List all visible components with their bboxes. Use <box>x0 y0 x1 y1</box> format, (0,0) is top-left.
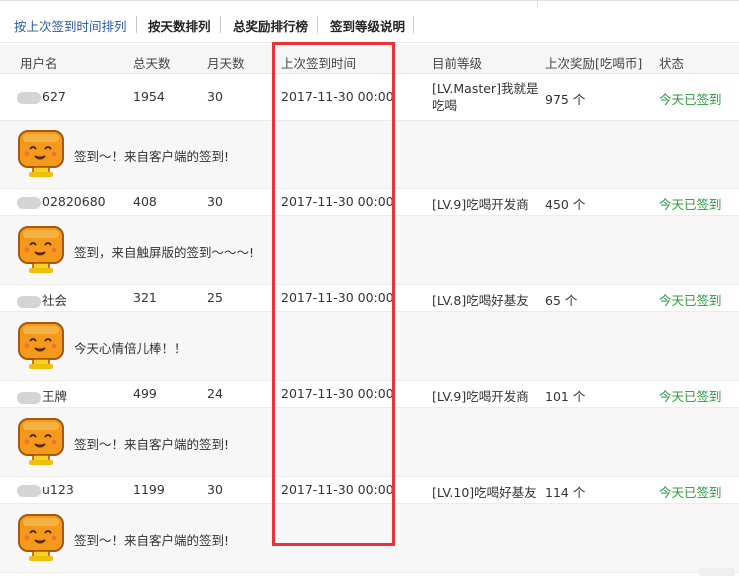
tab-sort-by-last-checkin[interactable]: 按上次签到时间排列 <box>14 16 127 35</box>
status-cell: 今天已签到 <box>659 293 722 308</box>
username-text: 社会 <box>42 293 68 308</box>
happy-bread-emoji-icon <box>16 223 68 275</box>
username-text: u123 <box>42 482 74 497</box>
blurred-username-mask <box>17 295 41 308</box>
reward-cell: 975 个 <box>545 92 586 107</box>
username-cell[interactable]: 王牌 <box>17 386 67 405</box>
column-header-total-days: 总天数 <box>133 56 171 71</box>
total-days-cell: 499 <box>133 386 157 401</box>
tab-separator <box>220 16 221 33</box>
last-checkin-time-cell: 2017-11-30 00:00 <box>281 89 394 104</box>
blurred-username-mask <box>17 391 41 404</box>
status-cell: 今天已签到 <box>659 92 722 107</box>
happy-bread-emoji-icon <box>16 127 68 179</box>
table-row: 社会 321 25 2017-11-30 00:00 [LV.8]吃喝好基友 6… <box>0 285 739 312</box>
column-header-last-checkin-time: 上次签到时间 <box>281 56 357 71</box>
last-checkin-time-cell: 2017-11-30 00:00 <box>281 386 394 401</box>
last-checkin-time-cell: 2017-11-30 00:00 <box>281 290 394 305</box>
level-cell: [LV.10]吃喝好基友 <box>432 485 537 500</box>
checkin-comment: 签到～！来自客户端的签到! <box>0 121 739 189</box>
blurred-username-mask <box>17 196 41 209</box>
column-header-current-level: 目前等级 <box>432 56 483 71</box>
level-cell: [LV.9]吃喝开发商 <box>432 197 529 212</box>
checkin-comment: 签到，来自触屏版的签到～～～! <box>0 216 739 285</box>
top-divider <box>0 0 739 1</box>
month-days-cell: 30 <box>207 194 223 209</box>
status-cell: 今天已签到 <box>659 485 722 500</box>
table-row: 02820680 408 30 2017-11-30 00:00 [LV.9]吃… <box>0 189 739 216</box>
table-row: 627 1954 30 2017-11-30 00:00 [LV.Master]… <box>0 74 739 121</box>
column-header-username: 用户名 <box>20 56 58 71</box>
top-divider-tick <box>537 0 538 8</box>
status-cell: 今天已签到 <box>659 197 722 212</box>
level-cell: [LV.9]吃喝开发商 <box>432 389 529 404</box>
reward-cell: 65 个 <box>545 293 578 308</box>
username-cell[interactable]: u123 <box>17 482 74 497</box>
month-days-cell: 30 <box>207 482 223 497</box>
table-row: 王牌 499 24 2017-11-30 00:00 [LV.9]吃喝开发商 1… <box>0 381 739 408</box>
username-cell[interactable]: 627 <box>17 89 66 104</box>
username-text: 627 <box>42 89 66 104</box>
tab-separator <box>317 16 318 33</box>
checkin-comment: 今天心情倍儿棒！！ <box>0 312 739 381</box>
tab-separator <box>136 16 137 33</box>
total-days-cell: 321 <box>133 290 157 305</box>
last-checkin-time-cell: 2017-11-30 00:00 <box>281 194 394 209</box>
username-text: 02820680 <box>42 194 106 209</box>
reward-cell: 114 个 <box>545 485 586 500</box>
checkin-comment: 签到～！来自客户端的签到! <box>0 504 739 573</box>
tab-separator <box>413 16 414 33</box>
last-checkin-time-cell: 2017-11-30 00:00 <box>281 482 394 497</box>
reward-cell: 450 个 <box>545 197 586 212</box>
total-days-cell: 408 <box>133 194 157 209</box>
table-row: u123 1199 30 2017-11-30 00:00 [LV.10]吃喝好… <box>0 477 739 504</box>
username-text: 王牌 <box>42 389 68 404</box>
comment-text: 今天心情倍儿棒！！ <box>74 341 187 356</box>
comment-text: 签到，来自触屏版的签到～～～! <box>74 245 255 260</box>
month-days-cell: 24 <box>207 386 223 401</box>
tab-total-reward-ranking[interactable]: 总奖励排行榜 <box>233 16 308 35</box>
happy-bread-emoji-icon <box>16 319 68 371</box>
checkin-comment: 签到～！来自客户端的签到! <box>0 408 739 477</box>
comment-text: 签到～！来自客户端的签到! <box>74 149 230 164</box>
column-header-status: 状态 <box>659 56 685 71</box>
watermark <box>699 568 735 576</box>
column-header-month-days: 月天数 <box>207 56 245 71</box>
comment-text: 签到～！来自客户端的签到! <box>74 533 230 548</box>
month-days-cell: 30 <box>207 89 223 104</box>
total-days-cell: 1954 <box>133 89 165 104</box>
happy-bread-emoji-icon <box>16 511 68 563</box>
reward-cell: 101 个 <box>545 389 586 404</box>
total-days-cell: 1199 <box>133 482 165 497</box>
sort-tabs: 按上次签到时间排列 按天数排列 总奖励排行榜 签到等级说明 <box>0 10 739 43</box>
month-days-cell: 25 <box>207 290 223 305</box>
column-header-last-reward: 上次奖励[吃喝币] <box>545 56 643 71</box>
blurred-username-mask <box>17 484 41 497</box>
tab-sort-by-days[interactable]: 按天数排列 <box>148 16 211 35</box>
username-cell[interactable]: 社会 <box>17 290 67 309</box>
status-cell: 今天已签到 <box>659 389 722 404</box>
blurred-username-mask <box>17 91 41 104</box>
happy-bread-emoji-icon <box>16 415 68 467</box>
comment-text: 签到～！来自客户端的签到! <box>74 437 230 452</box>
level-cell: [LV.8]吃喝好基友 <box>432 293 529 308</box>
table-header: 用户名 总天数 月天数 上次签到时间 目前等级 上次奖励[吃喝币] 状态 <box>0 45 739 74</box>
tab-checkin-level-info[interactable]: 签到等级说明 <box>330 16 405 35</box>
level-cell: [LV.Master]我就是吃喝 <box>432 81 539 113</box>
username-cell[interactable]: 02820680 <box>17 194 106 209</box>
